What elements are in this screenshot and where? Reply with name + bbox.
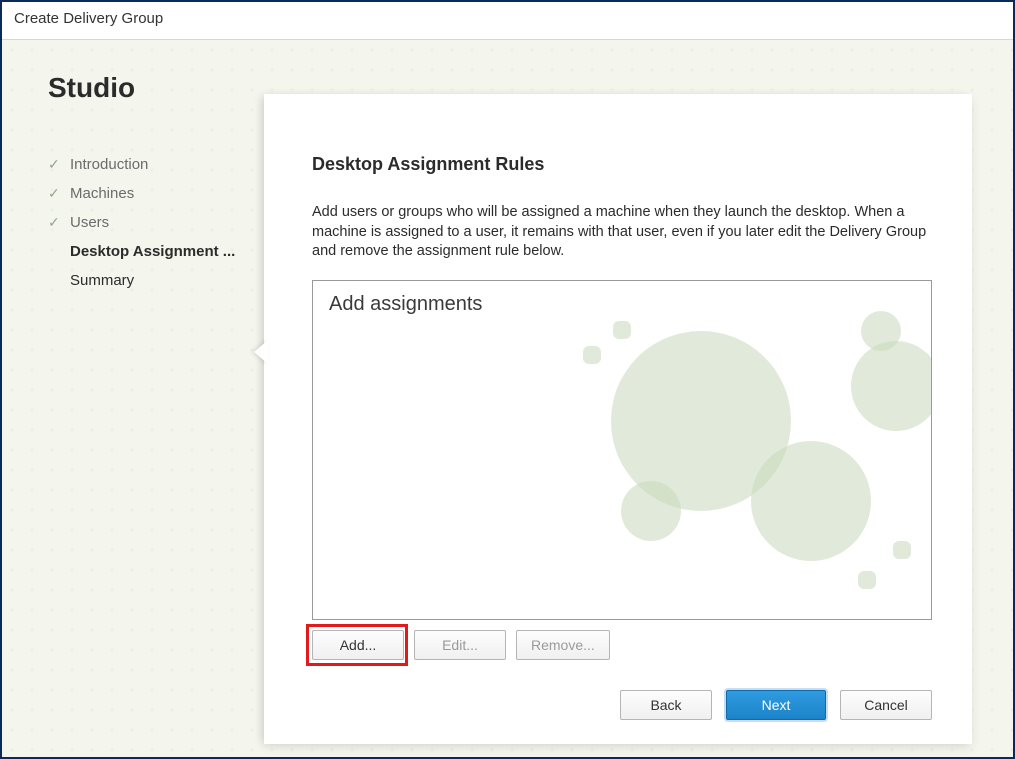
step-label: Machines [70,185,134,202]
check-icon: ✓ [48,185,66,202]
step-desktop-assignment[interactable]: Desktop Assignment ... [48,237,264,266]
assignments-listbox[interactable]: Add assignments [312,280,932,620]
wizard-sidebar: Studio ✓ Introduction ✓ Machines ✓ Users… [2,40,264,757]
decorative-square-icon [583,346,601,364]
cancel-button[interactable]: Cancel [840,690,932,720]
dialog-body: Studio ✓ Introduction ✓ Machines ✓ Users… [2,40,1013,757]
decorative-square-icon [613,321,631,339]
edit-button[interactable]: Edit... [414,630,506,660]
window-title: Create Delivery Group [2,2,1013,40]
decorative-blob-icon [861,311,901,351]
panel-description: Add users or groups who will be assigned… [312,203,932,262]
decorative-blob-icon [851,341,932,431]
back-button[interactable]: Back [620,690,712,720]
wizard-footer: Back Next Cancel [312,660,932,720]
wizard-content-panel: Desktop Assignment Rules Add users or gr… [264,94,972,744]
remove-button[interactable]: Remove... [516,630,610,660]
next-button[interactable]: Next [726,690,826,720]
check-icon: ✓ [48,214,66,231]
dialog-window: Create Delivery Group Studio ✓ Introduct… [0,0,1015,759]
decorative-square-icon [858,571,876,589]
decorative-square-icon [893,541,911,559]
assignments-placeholder: Add assignments [329,293,915,316]
check-icon: ✓ [48,156,66,173]
step-machines[interactable]: ✓ Machines [48,179,264,208]
assignment-action-row: Add... Edit... Remove... [312,630,932,660]
app-title: Studio [48,72,264,104]
active-step-caret-icon [254,340,268,364]
step-label: Introduction [70,156,148,173]
panel-heading: Desktop Assignment Rules [312,154,932,175]
step-label: Desktop Assignment ... [48,243,235,260]
step-introduction[interactable]: ✓ Introduction [48,150,264,179]
step-label: Users [70,214,109,231]
decorative-blob-icon [621,481,681,541]
step-label: Summary [48,272,134,289]
step-summary[interactable]: Summary [48,266,264,295]
wizard-steps: ✓ Introduction ✓ Machines ✓ Users Deskto… [48,150,264,295]
decorative-blob-icon [751,441,871,561]
add-button[interactable]: Add... [312,630,404,660]
step-users[interactable]: ✓ Users [48,208,264,237]
